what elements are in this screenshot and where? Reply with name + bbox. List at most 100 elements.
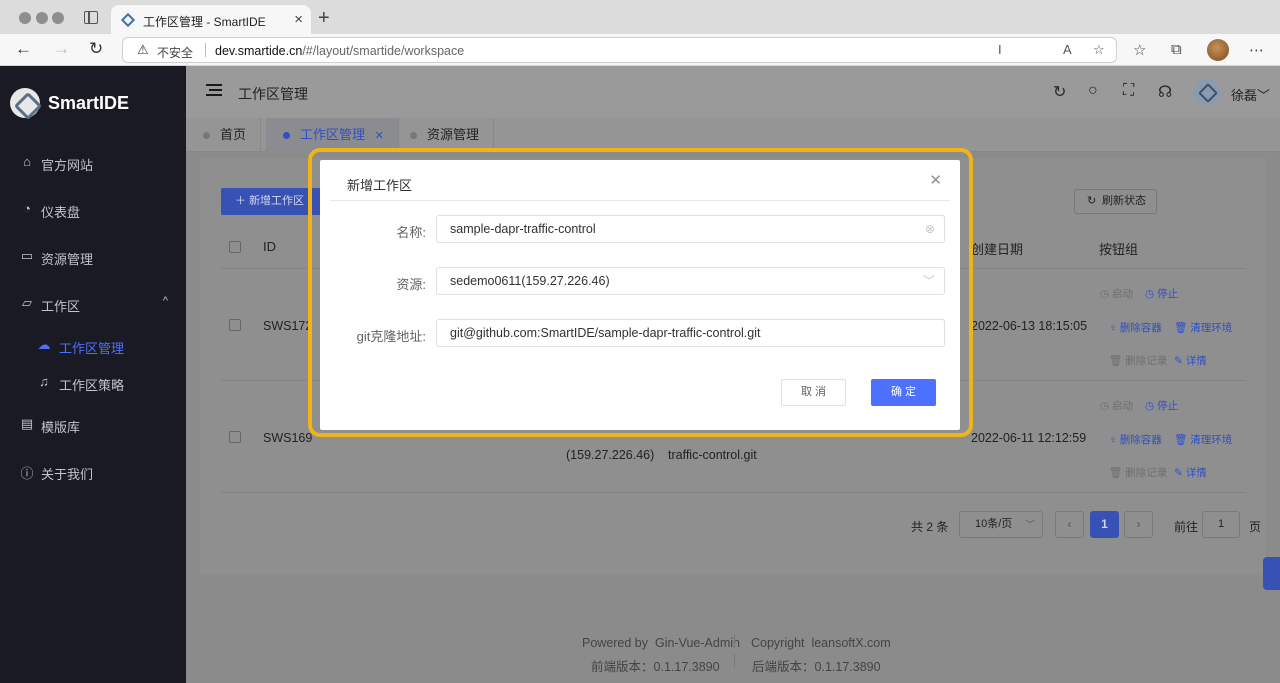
detail-button[interactable]: ✎ 详情: [1174, 465, 1207, 480]
sidebar-item-about[interactable]: ⓘ 关于我们: [0, 456, 186, 486]
clear-icon[interactable]: ⊗: [925, 216, 935, 242]
name-label: 名称:: [396, 225, 426, 240]
row-checkbox[interactable]: [229, 319, 241, 331]
resource-value: sedemo0611(159.27.226.46): [450, 274, 610, 288]
search-icon[interactable]: ○: [1088, 82, 1098, 100]
goto-page-input[interactable]: 1: [1202, 511, 1240, 538]
resource-select[interactable]: sedemo0611(159.27.226.46) ﹀: [436, 267, 945, 295]
page-size-select[interactable]: 10条/页 ﹀: [959, 511, 1043, 538]
footer-company-link[interactable]: leansoftX.com: [811, 636, 890, 650]
close-tab-icon[interactable]: ×: [294, 11, 303, 28]
new-tab-icon[interactable]: +: [318, 7, 330, 30]
row-created: 2022-06-11 12:12:59: [971, 431, 1087, 445]
sidebar-item-resources[interactable]: ▭ 资源管理: [0, 241, 186, 271]
avatar[interactable]: [1194, 79, 1220, 105]
footer-copyright: Copyright leansoftX.com: [751, 636, 891, 650]
confirm-button[interactable]: 确 定: [871, 379, 936, 406]
footer-powered-label: Powered by: [582, 636, 649, 650]
row-created: 2022-06-13 18:15:05: [971, 319, 1088, 333]
url-text[interactable]: dev.smartide.cn/#/layout/smartide/worksp…: [215, 44, 464, 58]
next-page-button[interactable]: ›: [1124, 511, 1153, 538]
bell-icon: ♫: [39, 374, 49, 389]
stop-label: 停止: [1157, 400, 1179, 412]
headset-icon[interactable]: ☊: [1158, 82, 1172, 102]
start-button[interactable]: ◷ 启动: [1100, 398, 1133, 413]
browser-toolbar: ← → ↻ ⚠ 不安全 dev.smartide.cn/#/layout/sma…: [0, 34, 1280, 66]
folder-icon: ▱: [22, 295, 32, 310]
sidebar-item-workspace-management[interactable]: ☁ 工作区管理: [0, 330, 186, 360]
delete-container-button[interactable]: ♀ 删除容器: [1109, 432, 1162, 447]
sidebar-item-workspace-policy[interactable]: ♫ 工作区策略: [0, 367, 186, 397]
delete-container-button[interactable]: ♀ 删除容器: [1109, 320, 1162, 335]
sidebar-item-templates[interactable]: ▤ 模版库: [0, 409, 186, 439]
forward-icon[interactable]: →: [53, 39, 70, 59]
start-button[interactable]: ◷ 启动: [1100, 286, 1133, 301]
close-icon[interactable]: ✕: [375, 130, 384, 142]
tab-resources[interactable]: 资源管理: [393, 118, 495, 152]
sidebar-item-website[interactable]: ⌂ 官方网站: [0, 147, 186, 177]
settings-float-button[interactable]: [1263, 557, 1280, 590]
delete-container-label: 删除容器: [1119, 322, 1162, 334]
row-id: SWS169: [263, 431, 313, 445]
maximize-window-button[interactable]: [52, 12, 64, 24]
clean-env-button[interactable]: 🗑 清理环境: [1174, 432, 1232, 447]
add-workspace-button[interactable]: ＋ 新增工作区: [221, 188, 321, 215]
chevron-up-icon: ^: [162, 295, 168, 307]
username[interactable]: 徐磊﹀: [1231, 85, 1270, 104]
sidebar-toggle-icon[interactable]: [84, 11, 98, 24]
current-page-button[interactable]: 1: [1090, 511, 1119, 538]
delete-record-button[interactable]: 🗑 删除记录: [1109, 465, 1167, 480]
footer-gin-link[interactable]: Gin-Vue-Admin: [655, 636, 740, 650]
refresh-status-button[interactable]: ↻ 刷新状态: [1074, 189, 1157, 214]
column-header-created: 创建日期: [971, 242, 1024, 257]
cancel-button[interactable]: 取 消: [781, 379, 846, 406]
collections-icon[interactable]: ⧉: [1171, 41, 1182, 58]
footer-backend-value: 0.1.17.3890: [814, 660, 881, 674]
back-icon[interactable]: ←: [15, 39, 32, 59]
close-window-button[interactable]: [19, 12, 31, 24]
delete-record-button[interactable]: 🗑 删除记录: [1109, 353, 1167, 368]
detail-label: 详情: [1185, 467, 1207, 479]
divider: [330, 200, 950, 201]
start-label: 启动: [1112, 288, 1134, 300]
reload-icon[interactable]: ↻: [89, 39, 103, 59]
dialog-title: 新增工作区: [347, 178, 413, 193]
select-all-checkbox[interactable]: [229, 241, 241, 253]
stop-button[interactable]: ◷ 停止: [1145, 286, 1178, 301]
add-favorite-icon[interactable]: ☆: [1093, 42, 1105, 58]
template-icon: ▤: [20, 416, 34, 431]
detail-label: 详情: [1185, 355, 1207, 367]
tab-dot: [410, 132, 417, 139]
refresh-icon[interactable]: ↻: [1053, 82, 1066, 102]
chevron-down-icon: ﹀: [922, 274, 935, 288]
stop-button[interactable]: ◷ 停止: [1145, 398, 1178, 413]
clean-env-button[interactable]: 🗑 清理环境: [1174, 320, 1232, 335]
row-checkbox[interactable]: [229, 431, 241, 443]
name-field[interactable]: sample-dapr-traffic-control ⊗: [436, 215, 945, 243]
more-icon[interactable]: ⋯: [1249, 41, 1264, 59]
favorites-icon[interactable]: ☆: [1133, 41, 1146, 59]
footer-frontend-label: 前端版本：: [591, 660, 654, 674]
sidebar-item-dashboard[interactable]: ◔ 仪表盘: [0, 194, 186, 224]
divider: [734, 634, 735, 648]
sidebar-item-workspace[interactable]: ▱ 工作区 ^: [0, 288, 186, 318]
read-aloud-icon[interactable]: A: [1063, 42, 1072, 57]
page-title: 工作区管理: [238, 86, 308, 102]
profile-avatar[interactable]: [1207, 39, 1229, 61]
row-id: SWS172: [263, 319, 313, 333]
smartide-logo-icon: [10, 88, 40, 118]
git-url-field[interactable]: git@github.com:SmartIDE/sample-dapr-traf…: [436, 319, 945, 347]
tab-workspace-management[interactable]: 工作区管理 ✕: [266, 118, 399, 152]
browser-tab[interactable]: 工作区管理 - SmartIDE ×: [111, 5, 311, 34]
delete-record-label: 删除记录: [1125, 355, 1168, 367]
footer-frontend-version: 前端版本：0.1.17.3890: [591, 656, 720, 675]
fullscreen-icon[interactable]: ⛶: [1123, 82, 1134, 100]
prev-page-button[interactable]: ‹: [1055, 511, 1084, 538]
resource-label: 资源:: [396, 277, 426, 292]
menu-toggle-icon[interactable]: [206, 84, 222, 96]
close-icon[interactable]: ✕: [929, 171, 942, 189]
address-bar[interactable]: ⚠ 不安全 dev.smartide.cn/#/layout/smartide/…: [122, 37, 1117, 63]
minimize-window-button[interactable]: [36, 12, 48, 24]
detail-button[interactable]: ✎ 详情: [1174, 353, 1207, 368]
tab-home[interactable]: 首页: [186, 118, 262, 152]
